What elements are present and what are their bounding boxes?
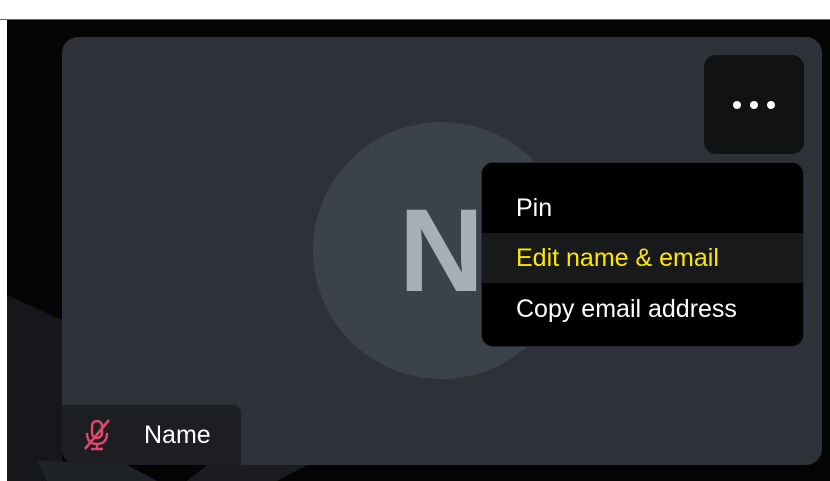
meeting-view: N Pin Edit name & email Copy email addre…	[0, 0, 830, 481]
top-divider	[0, 0, 830, 20]
mic-off-icon	[83, 419, 111, 451]
participant-tile[interactable]: N Pin Edit name & email Copy email addre…	[62, 37, 822, 465]
dot	[767, 100, 775, 109]
participant-context-menu: Pin Edit name & email Copy email address	[481, 162, 804, 347]
participant-name-badge: Name	[62, 405, 241, 465]
more-horizontal-icon	[733, 100, 775, 109]
participant-name: Name	[144, 421, 211, 449]
more-options-button[interactable]	[704, 55, 804, 154]
dot	[733, 100, 741, 109]
menu-item-pin[interactable]: Pin	[482, 183, 803, 233]
video-grid-background: N Pin Edit name & email Copy email addre…	[7, 20, 830, 481]
menu-item-edit-name-email[interactable]: Edit name & email	[482, 233, 803, 283]
dot	[750, 100, 758, 109]
menu-item-copy-email[interactable]: Copy email address	[482, 284, 803, 334]
